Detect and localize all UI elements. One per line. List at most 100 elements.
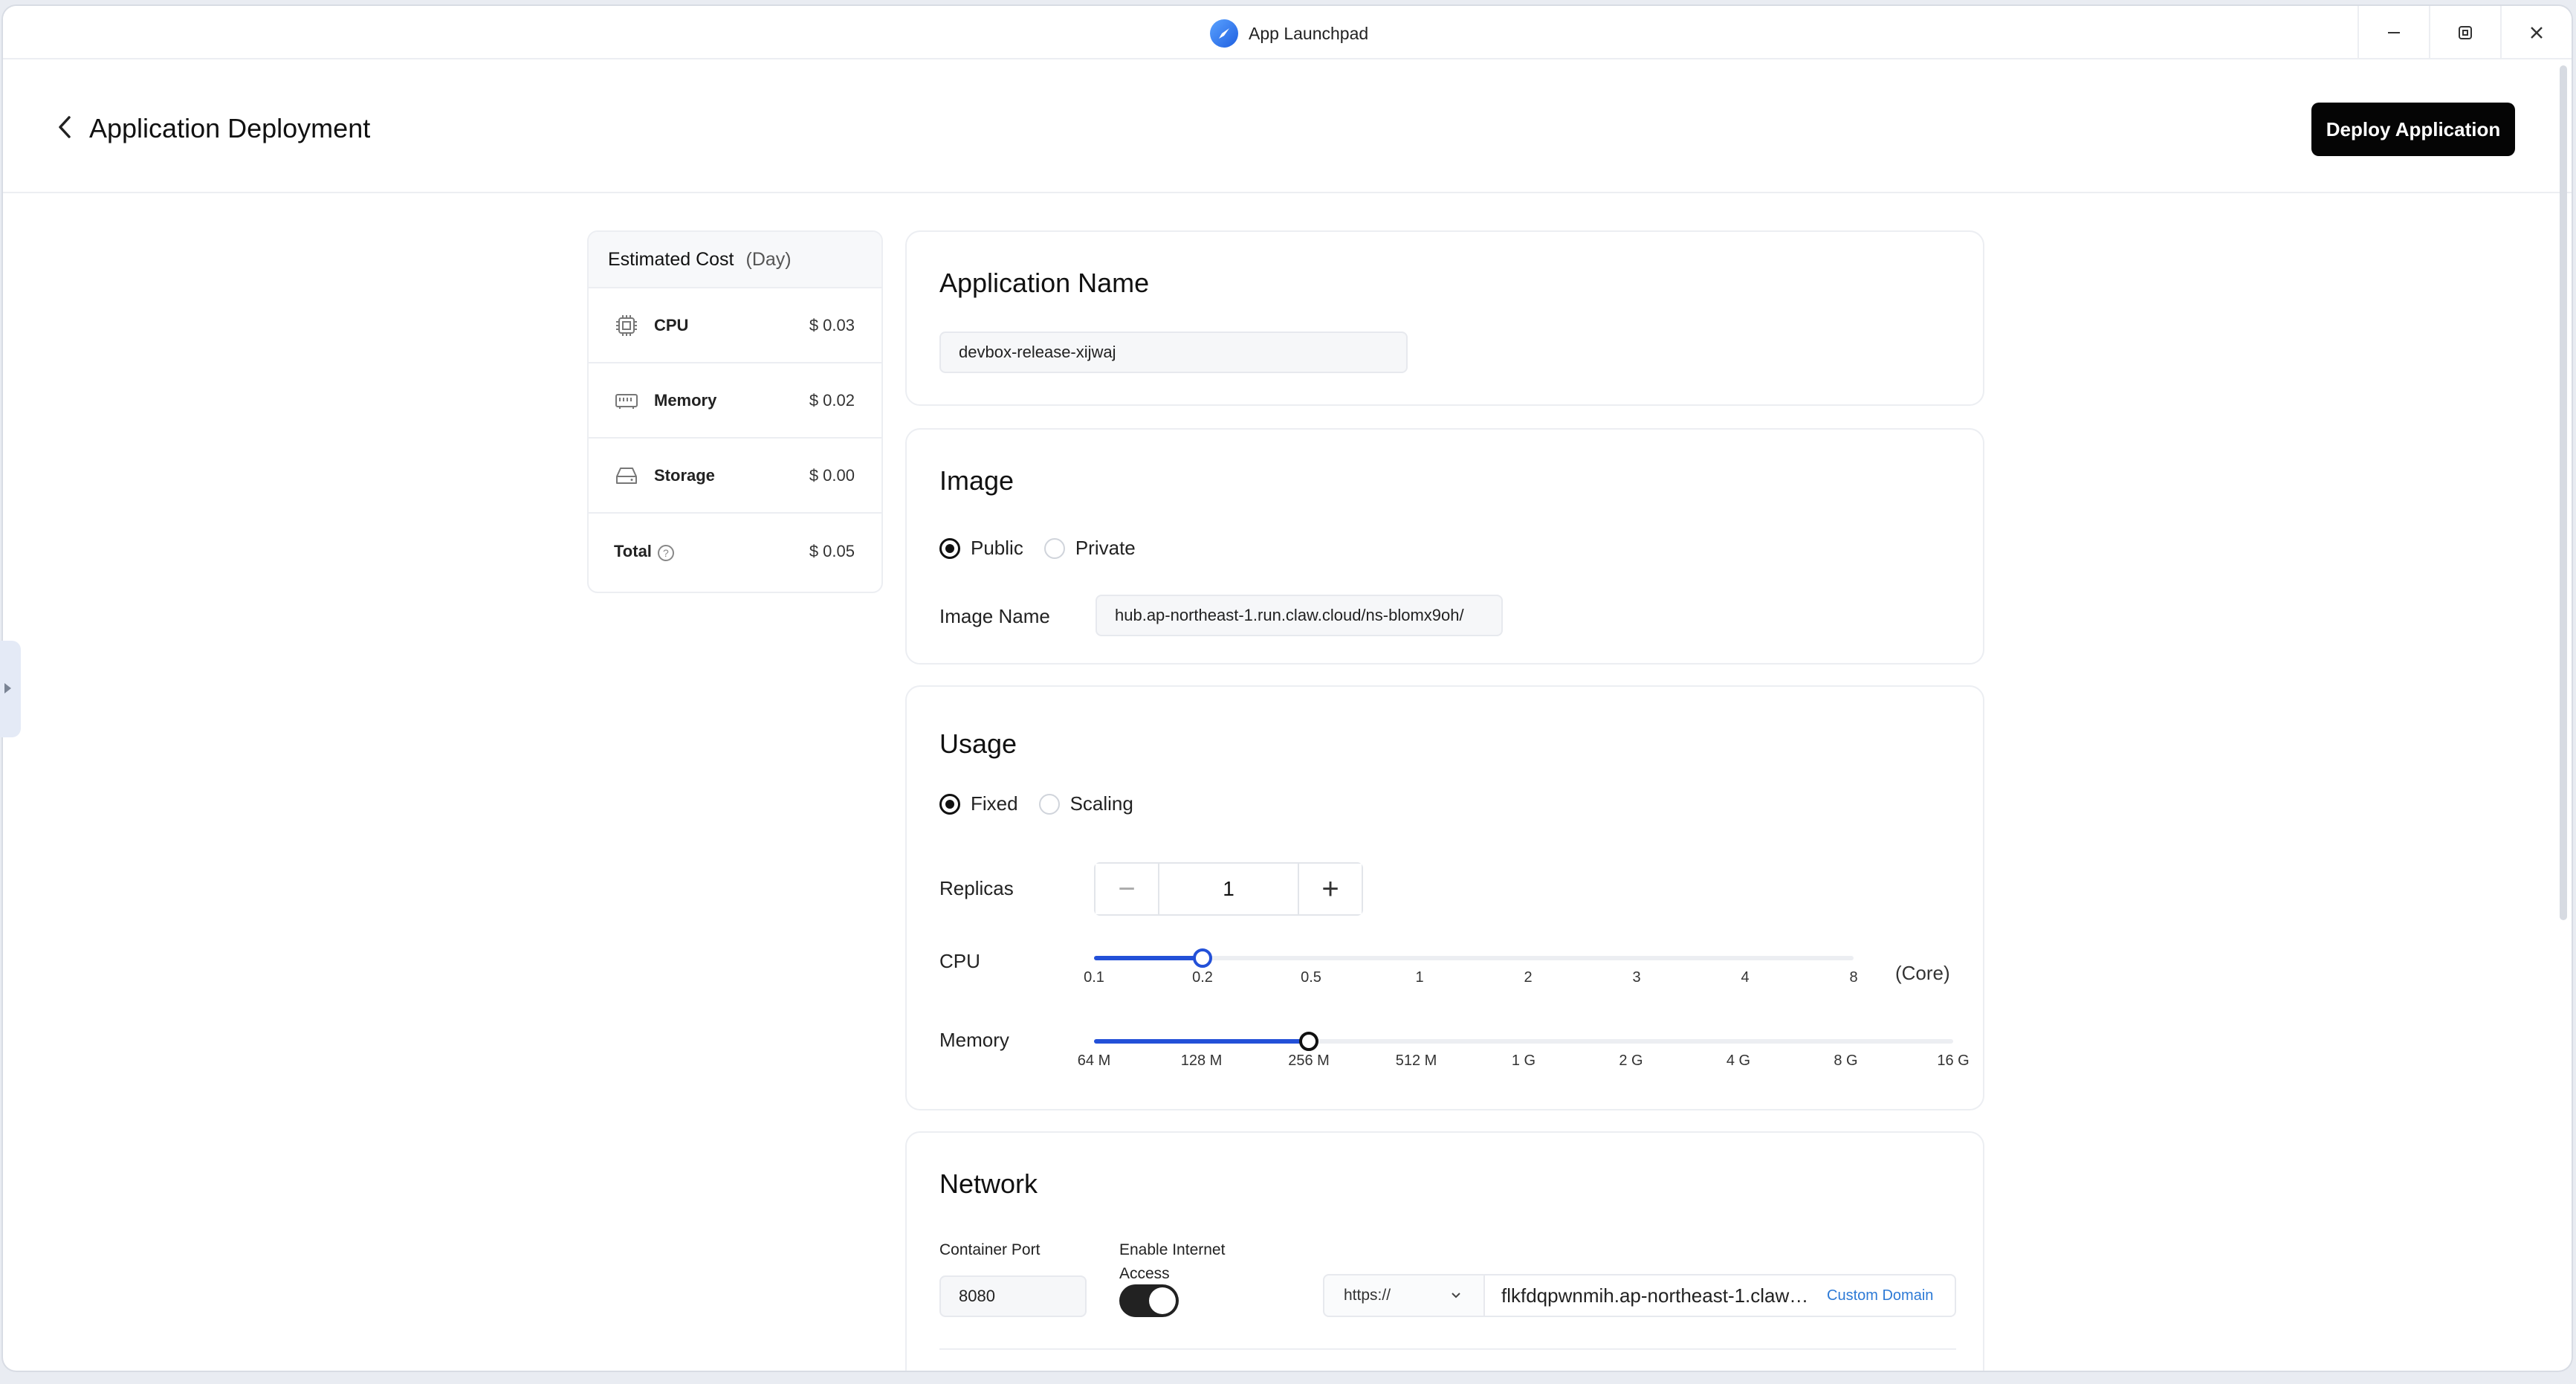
slider-tick-label: 64 M — [1077, 1052, 1111, 1069]
rocket-icon — [1210, 19, 1238, 48]
replicas-value[interactable]: 1 — [1159, 864, 1298, 914]
cost-label: Memory — [654, 390, 717, 410]
cpu-label: CPU — [939, 950, 980, 972]
slider-tick-label: 4 G — [1726, 1052, 1751, 1069]
title-group: App Launchpad — [1210, 19, 1368, 48]
slider-tick-label: 0.2 — [1192, 969, 1213, 986]
radio-private-label[interactable]: Private — [1075, 537, 1136, 560]
radio-public[interactable] — [939, 537, 960, 559]
internet-access-toggle[interactable] — [1119, 1284, 1179, 1317]
image-title: Image — [939, 465, 1014, 496]
memory-slider[interactable] — [1094, 1032, 1953, 1051]
slider-tick-label: 16 G — [1937, 1052, 1970, 1069]
radio-fixed[interactable] — [939, 793, 960, 815]
cost-row-memory: Memory $ 0.02 — [589, 363, 881, 439]
memory-slider-fill — [1094, 1039, 1309, 1044]
replicas-label: Replicas — [939, 877, 1014, 899]
total-label-group: Total? — [614, 542, 809, 561]
image-name-label: Image Name — [939, 605, 1050, 627]
close-icon — [2531, 27, 2543, 39]
application-name-input[interactable] — [939, 332, 1408, 373]
maximize-button[interactable] — [2429, 6, 2500, 59]
slider-tick-label: 3 — [1632, 969, 1641, 986]
cost-title: Estimated Cost — [608, 248, 734, 270]
network-title: Network — [939, 1168, 1038, 1199]
cost-label: CPU — [654, 315, 689, 334]
cpu-slider[interactable] — [1094, 948, 1854, 968]
sidebar-toggle[interactable] — [0, 641, 21, 737]
slider-tick-label: 256 M — [1288, 1052, 1330, 1069]
slider-tick-label: 4 — [1741, 969, 1750, 986]
cost-row-total: Total? $ 0.05 — [589, 514, 881, 589]
slider-tick-label: 1 G — [1511, 1052, 1536, 1069]
title-bar: App Launchpad — [3, 6, 2572, 59]
container-port-label: Container Port — [939, 1241, 1041, 1258]
cost-value: $ 0.00 — [809, 465, 855, 485]
protocol-select[interactable]: https:// — [1323, 1274, 1485, 1317]
scrollbar[interactable] — [2560, 65, 2567, 920]
cpu-slider-fill — [1094, 956, 1203, 960]
cost-header: Estimated Cost (Day) — [589, 232, 881, 288]
cost-unit: (Day) — [745, 248, 792, 270]
enable-internet-label: Enable Internet Access — [1119, 1241, 1226, 1282]
cost-row-storage: Storage $ 0.00 — [589, 439, 881, 514]
memory-label: Memory — [939, 1029, 1009, 1051]
memory-icon — [615, 393, 638, 409]
estimated-cost-card: Estimated Cost (Day) CPU $ 0.03 Memory $… — [587, 230, 883, 593]
increment-button[interactable]: + — [1298, 864, 1362, 914]
image-name-input[interactable] — [1096, 595, 1503, 636]
slider-tick-label: 8 G — [1834, 1052, 1858, 1069]
app-window: App Launchpad Application Deployment Dep… — [3, 6, 2572, 1371]
cost-value: $ 0.02 — [809, 390, 855, 410]
cost-row-cpu: CPU $ 0.03 — [589, 288, 881, 363]
storage-icon — [616, 467, 637, 484]
slider-tick-label: 8 — [1849, 969, 1858, 986]
decrement-button[interactable]: − — [1096, 864, 1159, 914]
radio-fixed-label[interactable]: Fixed — [971, 792, 1018, 815]
application-name-title: Application Name — [939, 268, 1150, 298]
total-value: $ 0.05 — [809, 541, 855, 560]
container-port-input[interactable] — [939, 1275, 1087, 1317]
network-divider — [939, 1348, 1956, 1350]
total-label: Total — [614, 541, 652, 560]
custom-domain-link[interactable]: Custom Domain — [1827, 1287, 1933, 1304]
network-card: Network Container Port Enable Internet A… — [905, 1131, 1984, 1371]
radio-scaling[interactable] — [1038, 793, 1060, 815]
radio-private[interactable] — [1043, 537, 1065, 559]
window-controls — [2357, 6, 2572, 59]
usage-title: Usage — [939, 728, 1017, 759]
maximize-icon — [2459, 26, 2472, 39]
cost-value: $ 0.03 — [809, 315, 855, 334]
chevron-down-icon — [1452, 1293, 1460, 1299]
minimize-icon — [2388, 32, 2400, 33]
protocol-value: https:// — [1344, 1287, 1391, 1304]
cpu-unit: (Core) — [1895, 962, 1950, 984]
image-type-radio-group: Public Private — [939, 537, 1156, 560]
close-button[interactable] — [2500, 6, 2572, 59]
slider-tick-label: 128 M — [1180, 1052, 1223, 1069]
slider-tick-label: 2 — [1524, 969, 1533, 986]
help-icon[interactable]: ? — [657, 544, 674, 561]
memory-slider-thumb[interactable] — [1299, 1032, 1318, 1051]
slider-tick-label: 0.5 — [1301, 969, 1321, 986]
chevron-left-icon[interactable] — [55, 114, 74, 140]
slider-tick-label: 0.1 — [1084, 969, 1104, 986]
radio-scaling-label[interactable]: Scaling — [1070, 792, 1133, 815]
app-title: App Launchpad — [1249, 23, 1369, 43]
deploy-application-button[interactable]: Deploy Application — [2311, 103, 2515, 156]
image-card: Image Public Private Image Name — [905, 428, 1984, 664]
page-title: Application Deployment — [89, 113, 371, 143]
slider-tick-label: 512 M — [1395, 1052, 1437, 1069]
slider-tick-label: 1 — [1415, 969, 1424, 986]
cpu-slider-thumb[interactable] — [1193, 948, 1212, 968]
radio-public-label[interactable]: Public — [971, 537, 1023, 560]
replicas-stepper: − 1 + — [1094, 862, 1363, 916]
usage-card: Usage Fixed Scaling Replicas − 1 + CPU 0… — [905, 685, 1984, 1110]
minimize-button[interactable] — [2357, 6, 2429, 59]
cost-label: Storage — [654, 465, 715, 485]
domain-value: flkfdqpwnmih.ap-northeast-1.clawcloudrun… — [1501, 1284, 1816, 1307]
usage-mode-radio-group: Fixed Scaling — [939, 792, 1154, 815]
page-header: Application Deployment Deploy Applicatio… — [3, 59, 2572, 193]
domain-field: flkfdqpwnmih.ap-northeast-1.clawcloudrun… — [1483, 1274, 1956, 1317]
application-name-card: Application Name — [905, 230, 1984, 406]
